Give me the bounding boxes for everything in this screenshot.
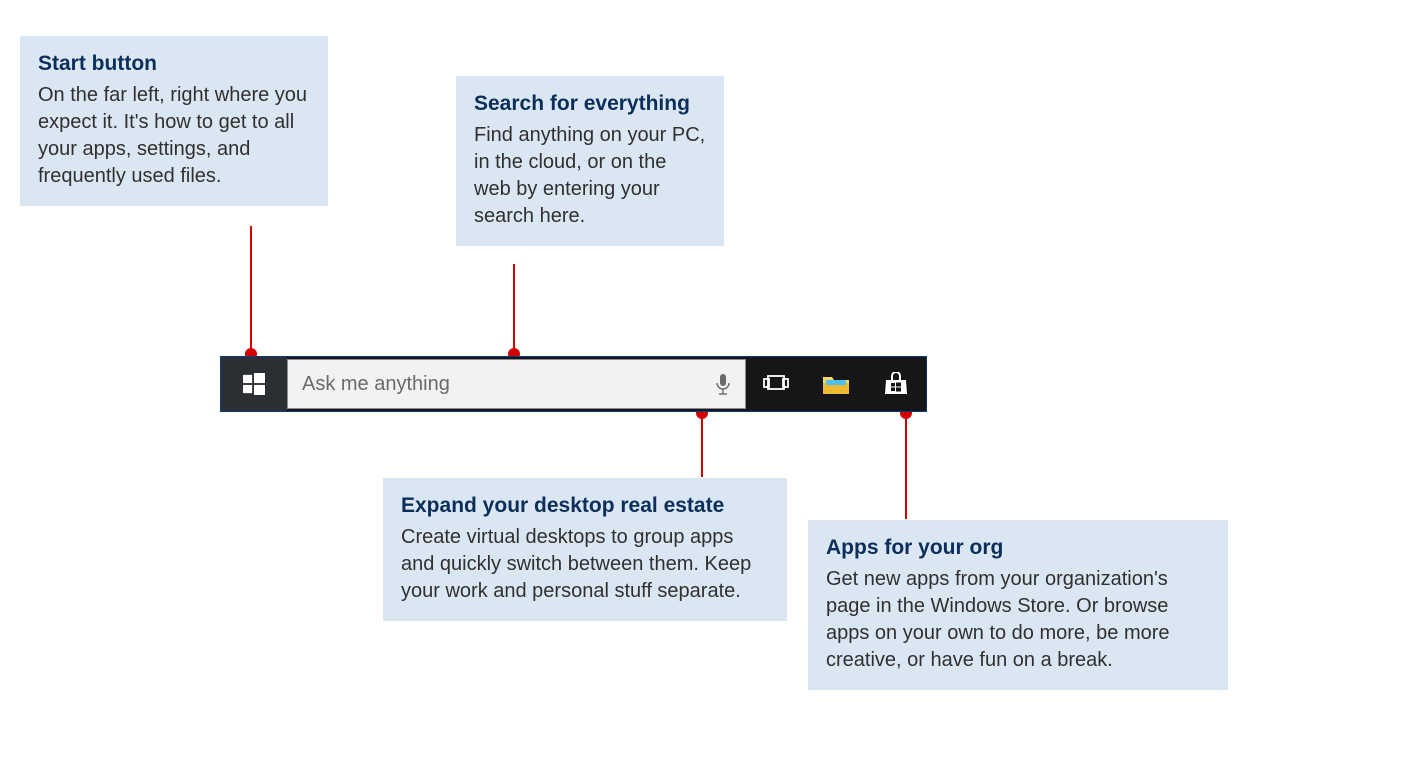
- callout-title: Start button: [38, 50, 310, 78]
- task-view-icon: [763, 374, 789, 394]
- callout-search: Search for everything Find anything on y…: [456, 76, 724, 246]
- leader-line: [905, 413, 907, 519]
- callout-body: Create virtual desktops to group apps an…: [401, 524, 769, 605]
- leader-line: [701, 413, 703, 477]
- start-button[interactable]: [221, 357, 287, 411]
- store-icon: [883, 372, 909, 396]
- callout-body: On the far left, right where you expect …: [38, 82, 310, 190]
- callout-body: Find anything on your PC, in the cloud, …: [474, 122, 706, 230]
- taskbar: [220, 356, 927, 412]
- leader-line: [250, 226, 252, 354]
- microphone-icon[interactable]: [715, 372, 731, 396]
- callout-start-button: Start button On the far left, right wher…: [20, 36, 328, 206]
- callout-virtual-desktops: Expand your desktop real estate Create v…: [383, 478, 787, 621]
- file-explorer-button[interactable]: [806, 357, 866, 411]
- search-box[interactable]: [287, 359, 746, 409]
- windows-logo-icon: [243, 373, 265, 395]
- callout-title: Apps for your org: [826, 534, 1210, 562]
- folder-icon: [822, 373, 850, 395]
- store-button[interactable]: [866, 357, 926, 411]
- search-input[interactable]: [302, 373, 715, 396]
- leader-line: [513, 264, 515, 354]
- callout-body: Get new apps from your organization's pa…: [826, 566, 1210, 674]
- callout-store-apps: Apps for your org Get new apps from your…: [808, 520, 1228, 690]
- task-view-button[interactable]: [746, 357, 806, 411]
- callout-title: Search for everything: [474, 90, 706, 118]
- callout-title: Expand your desktop real estate: [401, 492, 769, 520]
